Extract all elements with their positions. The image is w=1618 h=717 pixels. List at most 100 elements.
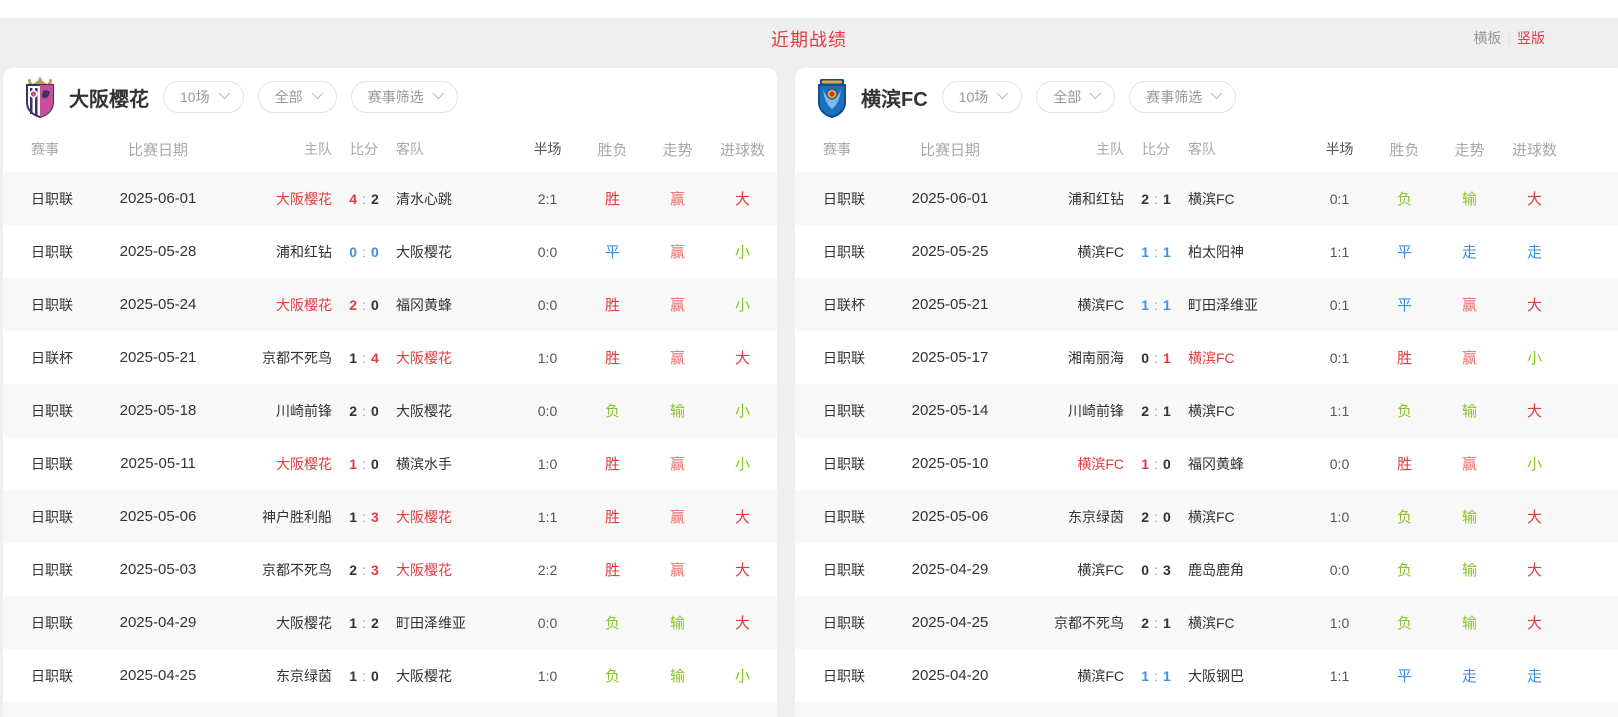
home-score: 2 [1141, 191, 1149, 207]
home-team-name: 湘南丽海 [1005, 348, 1124, 368]
away-score: 0 [371, 244, 379, 260]
halftime-cell: 0:0 [515, 244, 580, 260]
match-count-filter-dropdown[interactable]: 10场 [163, 81, 244, 113]
competition-cell: 日职联 [795, 613, 895, 633]
col-goals: 进球数 [710, 139, 775, 160]
chevron-down-icon [218, 88, 229, 99]
trend-badge: 赢 [645, 559, 710, 580]
home-score: 0 [1141, 350, 1149, 366]
goals-badge: 大 [710, 506, 775, 527]
match-row[interactable]: 日职联 2025-05-18 川崎前锋 2:0 大阪樱花 0:0 负 输 小 [3, 384, 777, 437]
score-colon: : [362, 456, 366, 472]
match-row[interactable]: 日职联 2025-05-03 京都不死鸟 2:3 大阪樱花 2:2 胜 赢 大 [3, 543, 777, 596]
result-badge: 胜 [1372, 347, 1437, 368]
match-row[interactable]: 日职联 2025-05-28 浦和红钻 0:0 大阪樱花 0:0 平 赢 小 [3, 225, 777, 278]
date-cell: 2025-06-01 [103, 190, 213, 207]
match-cell: 川崎前锋 2:1 横滨FC [1005, 401, 1307, 421]
col-date: 比赛日期 [895, 139, 1005, 160]
match-row[interactable]: 日职联 2025-05-06 东京绿茵 2:0 横滨FC 1:0 负 输 大 [795, 490, 1618, 543]
match-row[interactable]: 日职联 2025-04-25 东京绿茵 1:0 大阪樱花 1:0 负 输 小 [3, 649, 777, 702]
match-row[interactable]: 日职联 2025-05-10 横滨FC 1:0 福冈黄蜂 0:0 胜 赢 小 [795, 437, 1618, 490]
score-cell: 1:0 [332, 668, 396, 684]
trend-badge: 赢 [1437, 294, 1502, 315]
goals-badge: 小 [710, 241, 775, 262]
score-colon: : [1154, 615, 1158, 631]
goals-badge: 小 [710, 453, 775, 474]
date-cell: 2025-04-20 [895, 667, 1005, 684]
date-cell: 2025-05-28 [103, 243, 213, 260]
result-badge: 负 [580, 400, 645, 421]
match-row[interactable]: 日职联 2025-05-24 大阪樱花 2:0 福冈黄蜂 0:0 胜 赢 小 [3, 278, 777, 331]
away-score: 0 [371, 403, 379, 419]
competition-cell: 日职联 [795, 189, 895, 209]
score-colon: : [362, 403, 366, 419]
home-score: 1 [349, 615, 357, 631]
match-cell: 东京绿茵 2:0 横滨FC [1005, 507, 1307, 527]
trend-badge: 赢 [1437, 347, 1502, 368]
date-cell: 2025-05-06 [103, 508, 213, 525]
date-cell: 2025-05-14 [895, 402, 1005, 419]
match-row[interactable]: 日职联 2025-05-06 神户胜利船 1:3 大阪樱花 1:1 胜 赢 大 [3, 490, 777, 543]
trend-badge: 赢 [645, 241, 710, 262]
match-row[interactable]: 日职联 2025-04-29 横滨FC 0:3 鹿岛鹿角 0:0 负 输 大 [795, 543, 1618, 596]
date-cell: 2025-05-06 [895, 508, 1005, 525]
score-colon: : [1154, 403, 1158, 419]
match-count-filter-dropdown[interactable]: 10场 [942, 81, 1023, 113]
trend-badge: 走 [1437, 241, 1502, 262]
chevron-down-icon [432, 88, 443, 99]
score-colon: : [362, 668, 366, 684]
date-cell: 2025-05-24 [103, 296, 213, 313]
toggle-horizontal-layout[interactable]: 横板 [1473, 30, 1501, 46]
match-cell: 横滨FC 1:1 柏太阳神 [1005, 242, 1307, 262]
result-badge: 平 [1372, 241, 1437, 262]
scope-filter-dropdown[interactable]: 全部 [258, 81, 337, 113]
match-row[interactable]: 日职联 2025-05-11 大阪樱花 1:0 横滨水手 1:0 胜 赢 小 [3, 437, 777, 490]
competition-filter-dropdown[interactable]: 赛事筛选 [1129, 81, 1236, 113]
match-row[interactable]: 日职联 2025-05-14 川崎前锋 2:1 横滨FC 1:1 负 输 大 [795, 384, 1618, 437]
toggle-vertical-layout[interactable]: 竖版 [1517, 30, 1545, 46]
match-row[interactable]: 日职联 2025-06-01 大阪樱花 4:2 清水心跳 2:1 胜 赢 大 [3, 172, 777, 225]
match-cell: 横滨FC 1:1 町田泽维亚 [1005, 295, 1307, 315]
match-row[interactable]: 日联杯 2025-05-21 京都不死鸟 1:4 大阪樱花 1:0 胜 赢 大 [3, 331, 777, 384]
match-cell: 神户胜利船 1:3 大阪樱花 [213, 507, 515, 527]
result-badge: 负 [1372, 188, 1437, 209]
match-row[interactable]: 日职联 2025-05-25 横滨FC 1:1 柏太阳神 1:1 平 走 走 [795, 225, 1618, 278]
match-row[interactable]: 日职联 2025-04-20 横滨FC 1:1 大阪钢巴 1:1 平 走 走 [795, 649, 1618, 702]
home-team-name: 神户胜利船 [213, 507, 332, 527]
match-count-filter-label: 10场 [180, 87, 210, 107]
match-row[interactable]: 日职联 2025-04-29 大阪樱花 1:2 町田泽维亚 0:0 负 输 大 [3, 596, 777, 649]
away-team-name: 町田泽维亚 [1188, 295, 1307, 315]
match-row[interactable]: 日职联 2025-05-17 湘南丽海 0:1 横滨FC 0:1 胜 赢 小 [795, 331, 1618, 384]
competition-cell: 日职联 [3, 507, 103, 527]
score-colon: : [1154, 350, 1158, 366]
score-cell: 4:2 [332, 191, 396, 207]
trend-badge: 输 [1437, 400, 1502, 421]
home-team-name: 大阪樱花 [213, 295, 332, 315]
competition-cell: 日职联 [795, 560, 895, 580]
match-row[interactable]: 日联杯 2025-05-21 横滨FC 1:1 町田泽维亚 0:1 平 赢 大 [795, 278, 1618, 331]
halftime-cell: 2:2 [515, 562, 580, 578]
home-score: 1 [1141, 668, 1149, 684]
result-badge: 胜 [1372, 453, 1437, 474]
halftime-cell: 1:0 [515, 350, 580, 366]
home-team-name: 川崎前锋 [213, 401, 332, 421]
score-cell: 1:1 [1124, 297, 1188, 313]
top-white-strip [0, 0, 1618, 18]
team-name: 横滨FC [861, 83, 928, 112]
match-row[interactable]: 日职联 2025-04-25 京都不死鸟 2:1 横滨FC 1:0 负 输 大 [795, 596, 1618, 649]
col-trend: 走势 [645, 139, 710, 160]
clipped-next-row [795, 702, 1618, 717]
score-cell: 2:1 [1124, 615, 1188, 631]
competition-filter-dropdown[interactable]: 赛事筛选 [351, 81, 458, 113]
score-colon: : [362, 615, 366, 631]
col-away-team: 客队 [1188, 139, 1307, 159]
col-home-team: 主队 [1005, 139, 1124, 159]
goals-badge: 大 [1502, 400, 1567, 421]
score-colon: : [362, 562, 366, 578]
result-badge: 胜 [580, 347, 645, 368]
result-badge: 胜 [580, 506, 645, 527]
score-colon: : [1154, 456, 1158, 472]
scope-filter-dropdown[interactable]: 全部 [1036, 81, 1115, 113]
match-row[interactable]: 日职联 2025-06-01 浦和红钻 2:1 横滨FC 0:1 负 输 大 [795, 172, 1618, 225]
trend-badge: 走 [1437, 665, 1502, 686]
